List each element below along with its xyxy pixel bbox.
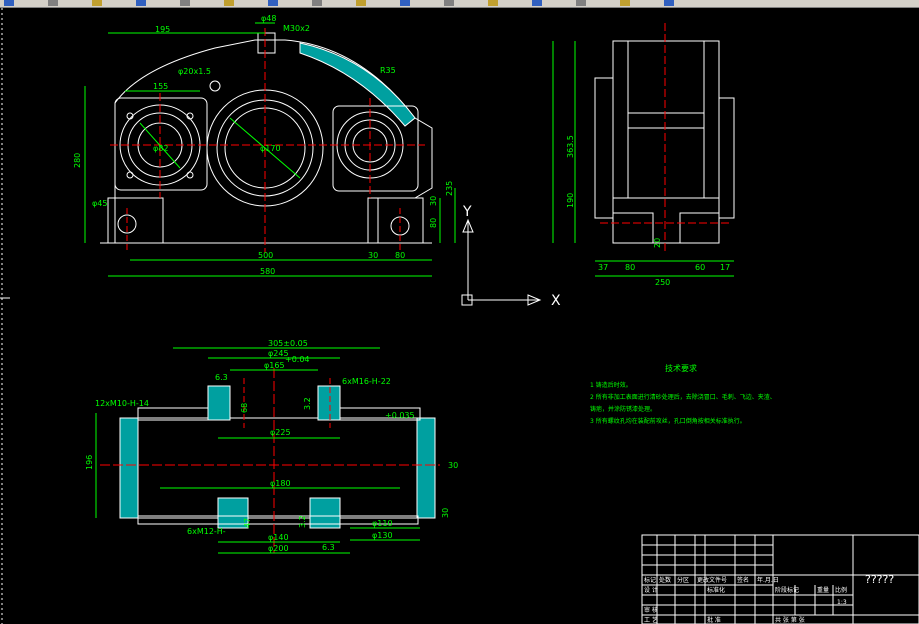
dim-h80: 80 bbox=[429, 218, 438, 228]
side-dim-h2: 190 bbox=[566, 193, 575, 208]
sec-d200: φ200 bbox=[268, 544, 289, 553]
tb-label-3: 更改文件号 bbox=[697, 576, 727, 584]
sec-thread2: 12xM10-H-14 bbox=[95, 399, 149, 408]
dim-phi-small: φ45 bbox=[92, 199, 107, 208]
sec-thread1: 6xM16-H-22 bbox=[342, 377, 391, 386]
front-view: 195 φ48 M30x2 φ20x1.5 R35 155 φ82 φ170 2… bbox=[73, 14, 456, 277]
tb-drawing-name: ????? bbox=[865, 573, 894, 586]
tb-standard: 标准化 bbox=[707, 586, 725, 594]
sec-ra3: 3.2 bbox=[298, 515, 307, 528]
zoom-previous-icon[interactable] bbox=[400, 0, 410, 6]
dim-hole: φ20x1.5 bbox=[178, 67, 211, 76]
dim-h235: 235 bbox=[445, 181, 454, 196]
new-icon[interactable] bbox=[4, 0, 14, 6]
axis-y-label: Y bbox=[462, 204, 472, 220]
sec-d140: φ140 bbox=[268, 533, 289, 542]
sec-h68: 68 bbox=[240, 403, 249, 413]
dim-bore-left-width: 155 bbox=[153, 82, 168, 91]
sec-d225: φ225 bbox=[270, 428, 291, 437]
section-view: 305±0.05 φ245 φ165 +0.04 6.3 6xM16-H-22 … bbox=[85, 339, 458, 554]
axis-x-label: X bbox=[551, 293, 561, 309]
tb-label-4: 签名 bbox=[737, 576, 749, 584]
sec-h196: 196 bbox=[85, 455, 94, 470]
tech-req-line-3: 铸疤，并涂防锈漆处理。 bbox=[590, 405, 656, 413]
zoom-icon[interactable] bbox=[312, 0, 322, 6]
drawing-canvas[interactable]: 195 φ48 M30x2 φ20x1.5 R35 155 φ82 φ170 2… bbox=[0, 8, 919, 624]
tech-req-line-1: 1 铸造后时效。 bbox=[590, 381, 632, 389]
side-dim-total: 250 bbox=[655, 278, 670, 287]
tb-label-1: 处数 bbox=[659, 576, 671, 584]
save-icon[interactable] bbox=[92, 0, 102, 6]
sec-d130: φ130 bbox=[372, 531, 393, 540]
dim-w80: 80 bbox=[395, 251, 405, 260]
sec-ra1: 6.3 bbox=[215, 373, 228, 382]
technical-requirements: 技术要求 1 铸造后时效。 2 所有非加工表面进行清砂处理后，去除浇冒口、毛刺、… bbox=[590, 363, 776, 425]
ucs-axis-icon: X Y bbox=[461, 204, 561, 309]
dim-total: 580 bbox=[260, 267, 275, 276]
sec-tol1: +0.04 bbox=[285, 355, 310, 364]
sec-tol2: +0.035 bbox=[385, 411, 415, 420]
help-icon[interactable] bbox=[664, 0, 674, 6]
tb-stage: 阶段标记 bbox=[775, 586, 799, 594]
sec-ra2: 3.2 bbox=[303, 397, 312, 410]
tb-review: 审 核 bbox=[644, 606, 658, 614]
calculator-icon[interactable] bbox=[576, 0, 586, 6]
dim-w500: 500 bbox=[258, 251, 273, 260]
tb-process: 工 艺 bbox=[644, 616, 658, 624]
tech-req-title: 技术要求 bbox=[665, 363, 697, 373]
dim-top-width: 195 bbox=[155, 25, 170, 34]
sec-d305: 305±0.05 bbox=[268, 339, 308, 348]
side-dim-w17: 17 bbox=[720, 263, 730, 272]
sec-h47: 47 bbox=[243, 518, 252, 528]
sec-thread3: 6xM12-H- bbox=[187, 527, 226, 536]
dim-bore-2: φ170 bbox=[260, 144, 281, 153]
sec-h30b: 30 bbox=[441, 508, 450, 518]
dim-bore-small: φ48 bbox=[261, 14, 276, 23]
tb-label-2: 分区 bbox=[677, 576, 689, 584]
tb-sheets: 共 张 第 张 bbox=[775, 616, 805, 624]
print-icon[interactable] bbox=[136, 0, 146, 6]
dim-height-total: 280 bbox=[73, 153, 82, 168]
title-block: 标记 处数 分区 更改文件号 签名 年.月.日 设 计 标准化 审 核 工 艺 … bbox=[641, 534, 919, 624]
toolbar bbox=[0, 0, 919, 8]
redo-icon[interactable] bbox=[224, 0, 234, 6]
cad-drawing[interactable]: 195 φ48 M30x2 φ20x1.5 R35 155 φ82 φ170 2… bbox=[0, 8, 919, 624]
pan-icon[interactable] bbox=[268, 0, 278, 6]
dim-h30: 30 bbox=[429, 196, 438, 206]
sec-d180: φ180 bbox=[270, 479, 291, 488]
sec-d110: φ110 bbox=[372, 519, 393, 528]
side-view: 363.5 190 20 37 80 60 17 250 bbox=[552, 23, 735, 287]
dim-w30: 30 bbox=[368, 251, 378, 260]
side-dim-h3: 20 bbox=[653, 238, 662, 248]
tb-designer: 设 计 bbox=[644, 586, 658, 594]
tb-weight: 重量 bbox=[817, 586, 829, 594]
layer-icon[interactable] bbox=[620, 0, 630, 6]
sec-w30: 30 bbox=[448, 461, 458, 470]
properties-icon[interactable] bbox=[444, 0, 454, 6]
tool-palettes-icon[interactable] bbox=[532, 0, 542, 6]
undo-icon[interactable] bbox=[180, 0, 190, 6]
zoom-window-icon[interactable] bbox=[356, 0, 366, 6]
sec-ra4: 6.3 bbox=[322, 543, 335, 552]
open-icon[interactable] bbox=[48, 0, 58, 6]
tb-label-0: 标记 bbox=[644, 576, 656, 584]
tb-approve: 批 准 bbox=[707, 616, 721, 624]
side-dim-w80: 80 bbox=[625, 263, 635, 272]
design-center-icon[interactable] bbox=[488, 0, 498, 6]
tb-ratio: 比例 bbox=[835, 586, 847, 594]
tech-req-line-2: 2 所有非加工表面进行清砂处理后，去除浇冒口、毛刺、飞边、夹渣、 bbox=[590, 393, 776, 401]
tech-req-line-4: 3 所有螺纹孔均在装配前攻丝，孔口倒角按相关标准执行。 bbox=[590, 417, 746, 425]
tb-scale: 1:3 bbox=[837, 599, 847, 606]
dim-thread-top: M30x2 bbox=[283, 24, 310, 33]
dim-radius: R35 bbox=[380, 66, 396, 75]
side-dim-w37: 37 bbox=[598, 263, 608, 272]
dim-bore-1: φ82 bbox=[153, 144, 168, 153]
sec-d165: φ165 bbox=[264, 361, 285, 370]
side-dim-h: 363.5 bbox=[566, 135, 575, 158]
side-dim-w60: 60 bbox=[695, 263, 705, 272]
tb-label-5: 年.月.日 bbox=[757, 576, 779, 584]
